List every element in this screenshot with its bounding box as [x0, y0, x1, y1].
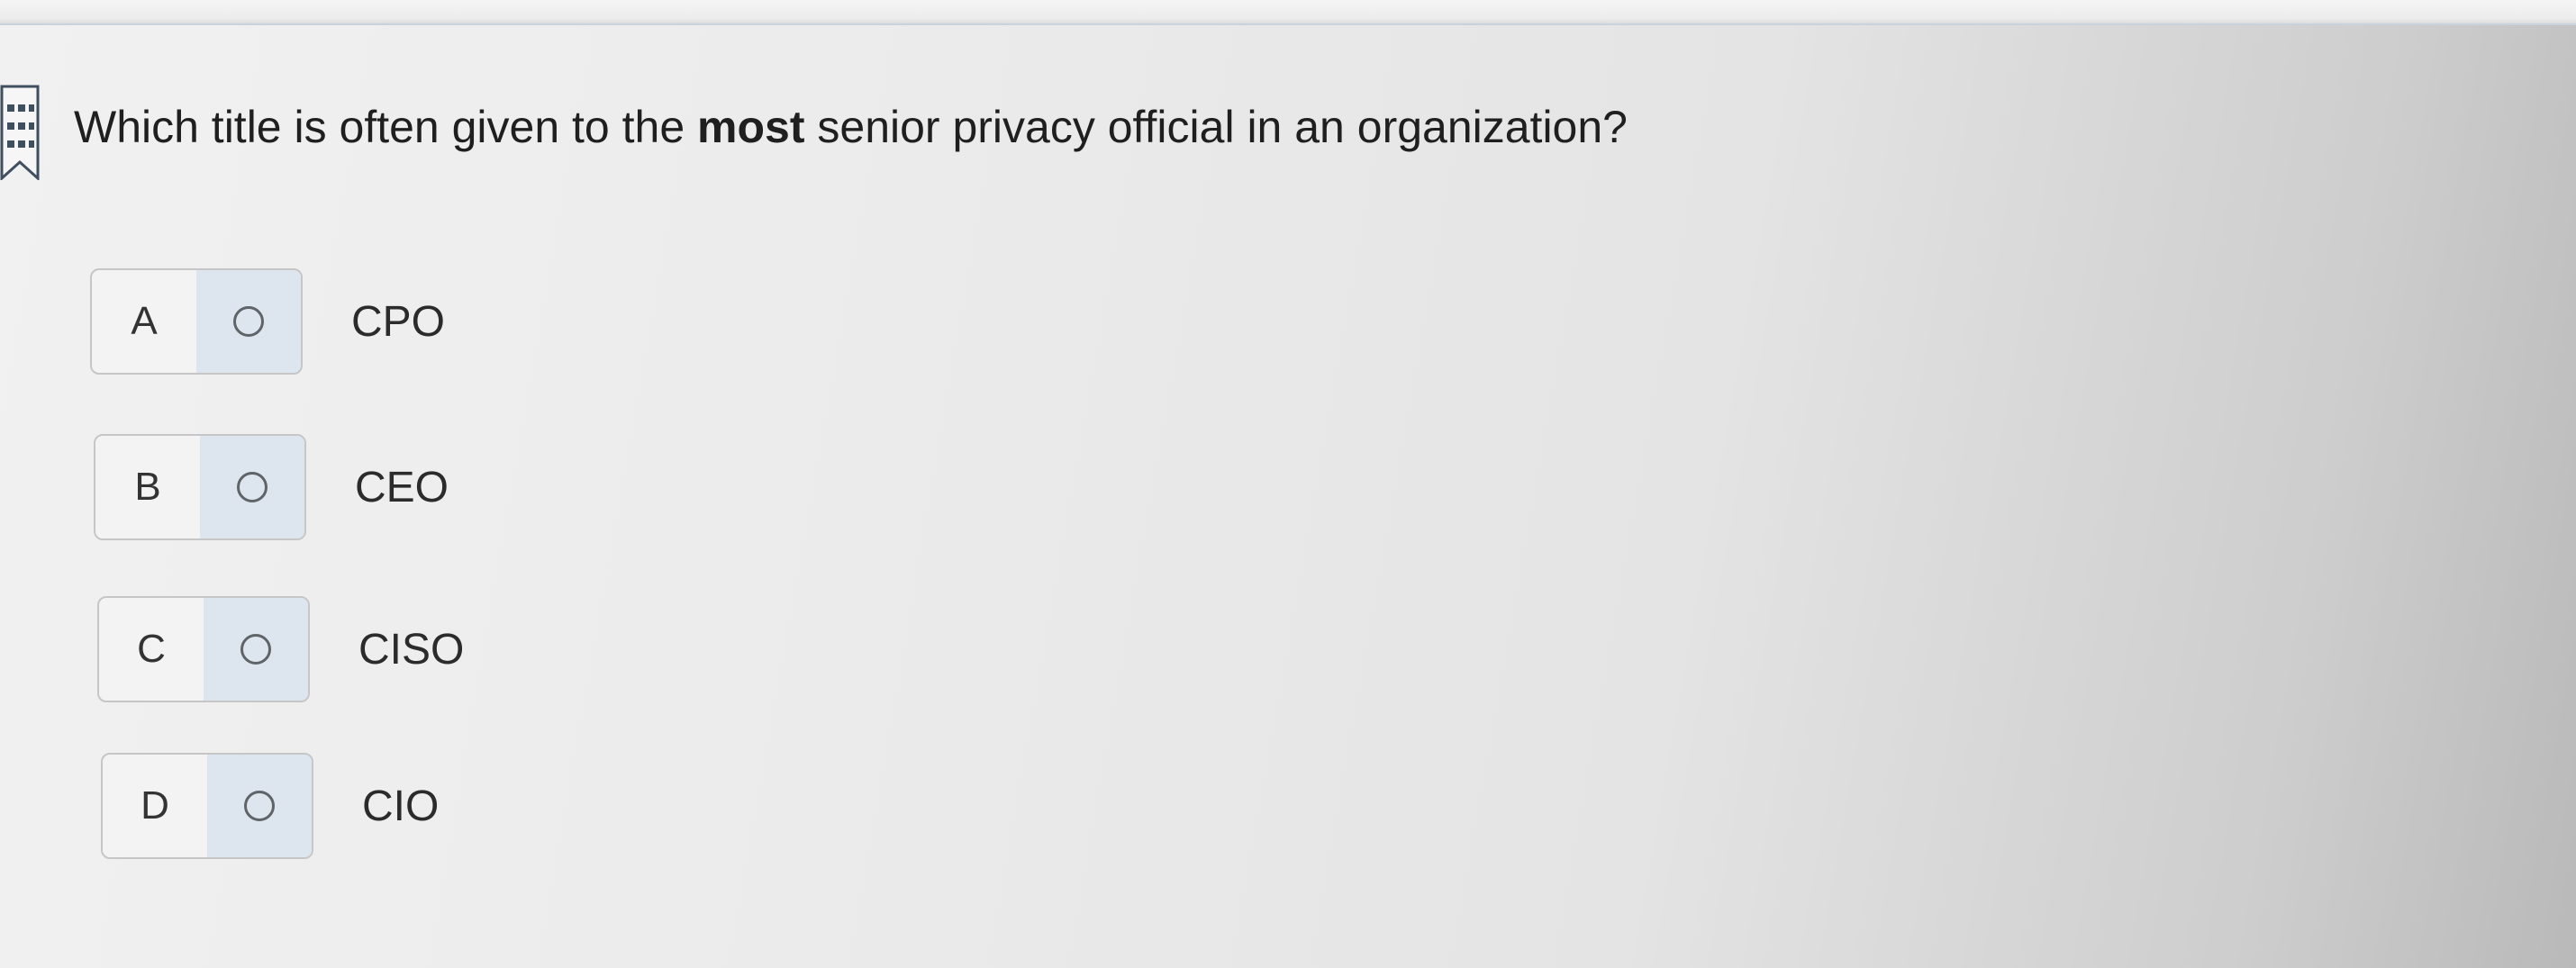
- radio-unselected-icon[interactable]: [233, 306, 264, 337]
- radio-unselected-icon[interactable]: [244, 791, 275, 821]
- bookmark-flag-icon[interactable]: [0, 85, 40, 182]
- question-emphasis: most: [697, 102, 805, 152]
- option-label[interactable]: CEO: [355, 434, 449, 540]
- option-label[interactable]: CISO: [358, 596, 464, 702]
- radio-unselected-icon[interactable]: [240, 634, 271, 665]
- question-text: Which title is often given to the most s…: [74, 101, 1628, 153]
- option-selector[interactable]: C: [97, 596, 310, 702]
- option-letter: D: [103, 755, 209, 857]
- radio-cell[interactable]: [204, 598, 308, 701]
- radio-cell[interactable]: [200, 436, 304, 538]
- radio-cell[interactable]: [196, 270, 301, 373]
- option-letter: C: [99, 598, 205, 701]
- radio-cell[interactable]: [207, 755, 312, 857]
- question-suffix: senior privacy official in an organizati…: [804, 102, 1628, 152]
- top-toolbar-edge: [0, 0, 2576, 25]
- question-prefix: Which title is often given to the: [74, 102, 698, 152]
- option-letter: A: [92, 270, 198, 373]
- radio-unselected-icon[interactable]: [237, 472, 268, 502]
- option-selector[interactable]: D: [101, 753, 313, 859]
- option-selector[interactable]: B: [94, 434, 306, 540]
- option-label[interactable]: CIO: [362, 753, 439, 859]
- option-label[interactable]: CPO: [351, 268, 445, 375]
- option-letter: B: [95, 436, 202, 538]
- option-selector[interactable]: A: [90, 268, 303, 375]
